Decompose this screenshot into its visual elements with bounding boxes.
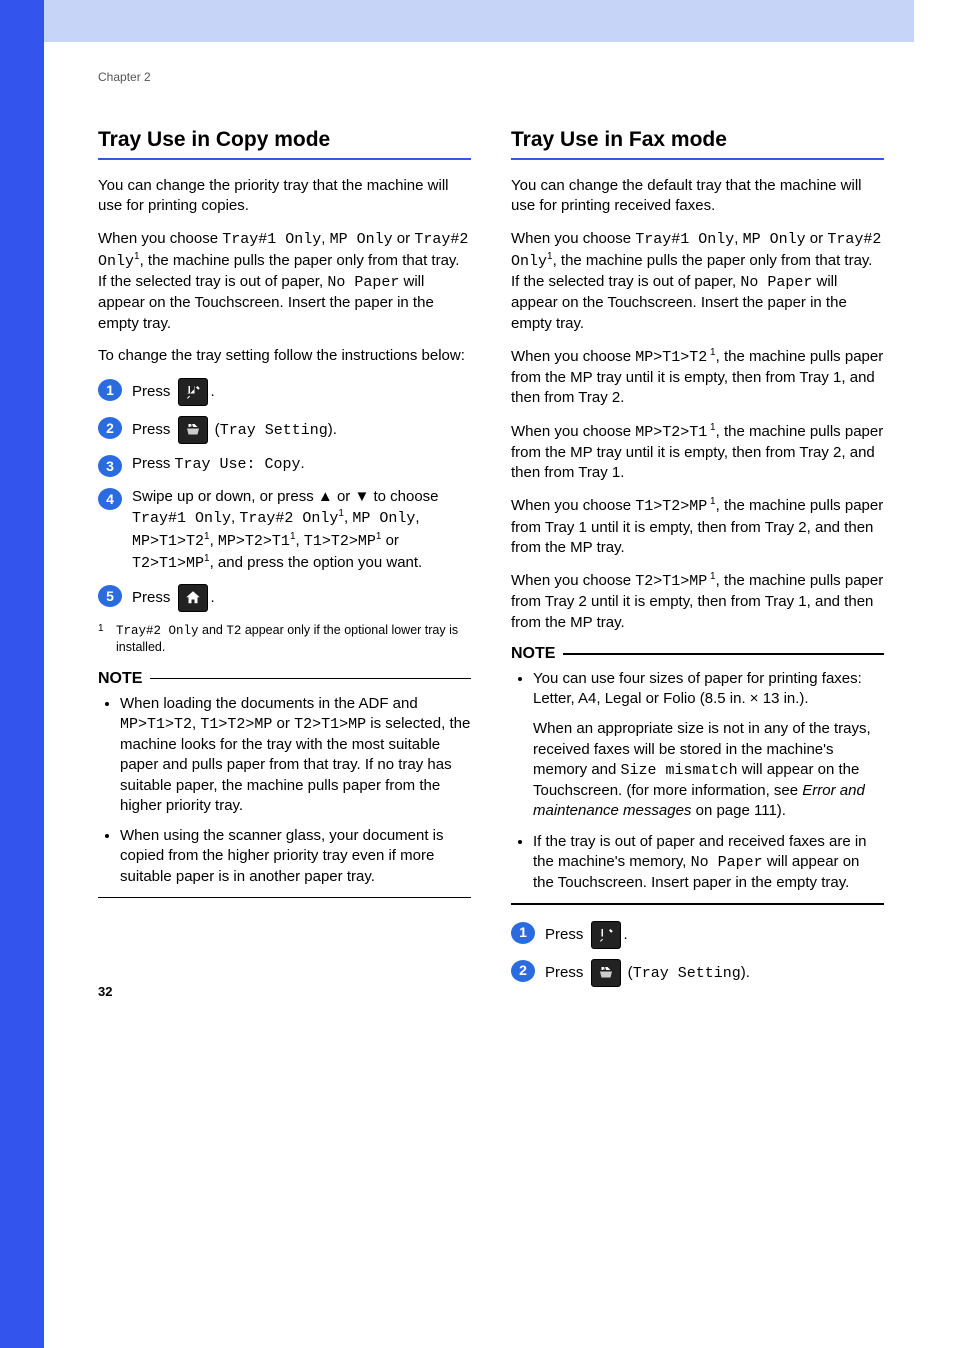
title-rule — [511, 158, 884, 160]
step-4: 4 Swipe up or down, or press ▲ or ▼ to c… — [98, 487, 471, 574]
svg-text:A: A — [603, 967, 607, 973]
step-1: 1 Press . — [98, 378, 471, 406]
fax-t1-t2-mp: When you choose T1>T2>MP 1, the machine … — [511, 495, 884, 558]
svg-text:A: A — [190, 424, 194, 430]
right-column: Tray Use in Fax mode You can change the … — [511, 128, 884, 997]
fax-choose-tray: When you choose Tray#1 Only, MP Only or … — [511, 229, 884, 334]
footnote-1: 1 Tray#2 Only and T2 appear only if the … — [98, 622, 471, 656]
note-header-left: NOTE — [98, 670, 471, 688]
title-rule — [98, 158, 471, 160]
step-badge: 1 — [98, 379, 122, 401]
note-item: When loading the documents in the ADF an… — [120, 694, 471, 817]
fax-mp-t1-t2: When you choose MP>T1>T2 1, the machine … — [511, 346, 884, 409]
page-content: Chapter 2 Tray Use in Copy mode You can … — [0, 0, 954, 1037]
tools-icon — [591, 921, 621, 949]
note-list-left: When loading the documents in the ADF an… — [98, 694, 471, 887]
note-item: When using the scanner glass, your docum… — [120, 826, 471, 887]
note-item: You can use four sizes of paper for prin… — [533, 669, 884, 822]
step-badge: 2 — [511, 960, 535, 982]
tray-icon: A — [591, 959, 621, 987]
home-icon — [178, 584, 208, 612]
note-list-right: You can use four sizes of paper for prin… — [511, 669, 884, 894]
fax-intro: You can change the default tray that the… — [511, 176, 884, 217]
step-2: 2 Press A (Tray Setting). — [98, 416, 471, 444]
step-badge: 4 — [98, 488, 122, 510]
step-badge: 5 — [98, 585, 122, 607]
note-header-right: NOTE — [511, 645, 884, 663]
step-badge: 1 — [511, 922, 535, 944]
left-column: Tray Use in Copy mode You can change the… — [98, 128, 471, 997]
section-title-fax: Tray Use in Fax mode — [511, 128, 884, 152]
copy-instructions-lead: To change the tray setting follow the in… — [98, 346, 471, 366]
step-2-fax: 2 Press A (Tray Setting). — [511, 959, 884, 987]
step-1-fax: 1 Press . — [511, 921, 884, 949]
fax-t2-t1-mp: When you choose T2>T1>MP 1, the machine … — [511, 570, 884, 633]
section-title-copy: Tray Use in Copy mode — [98, 128, 471, 152]
tools-icon — [178, 378, 208, 406]
step-badge: 3 — [98, 455, 122, 477]
copy-choose-tray: When you choose Tray#1 Only, MP Only or … — [98, 229, 471, 334]
step-5: 5 Press . — [98, 584, 471, 612]
fax-mp-t2-t1: When you choose MP>T2>T1 1, the machine … — [511, 421, 884, 484]
tray-icon: A — [178, 416, 208, 444]
note-item: If the tray is out of paper and received… — [533, 832, 884, 894]
chapter-label: Chapter 2 — [98, 70, 884, 84]
copy-intro: You can change the priority tray that th… — [98, 176, 471, 217]
note-close-rule — [511, 903, 884, 905]
step-3: 3 Press Tray Use: Copy. — [98, 454, 471, 477]
step-badge: 2 — [98, 417, 122, 439]
note-close-rule — [98, 897, 471, 899]
page-number: 32 — [98, 984, 112, 999]
